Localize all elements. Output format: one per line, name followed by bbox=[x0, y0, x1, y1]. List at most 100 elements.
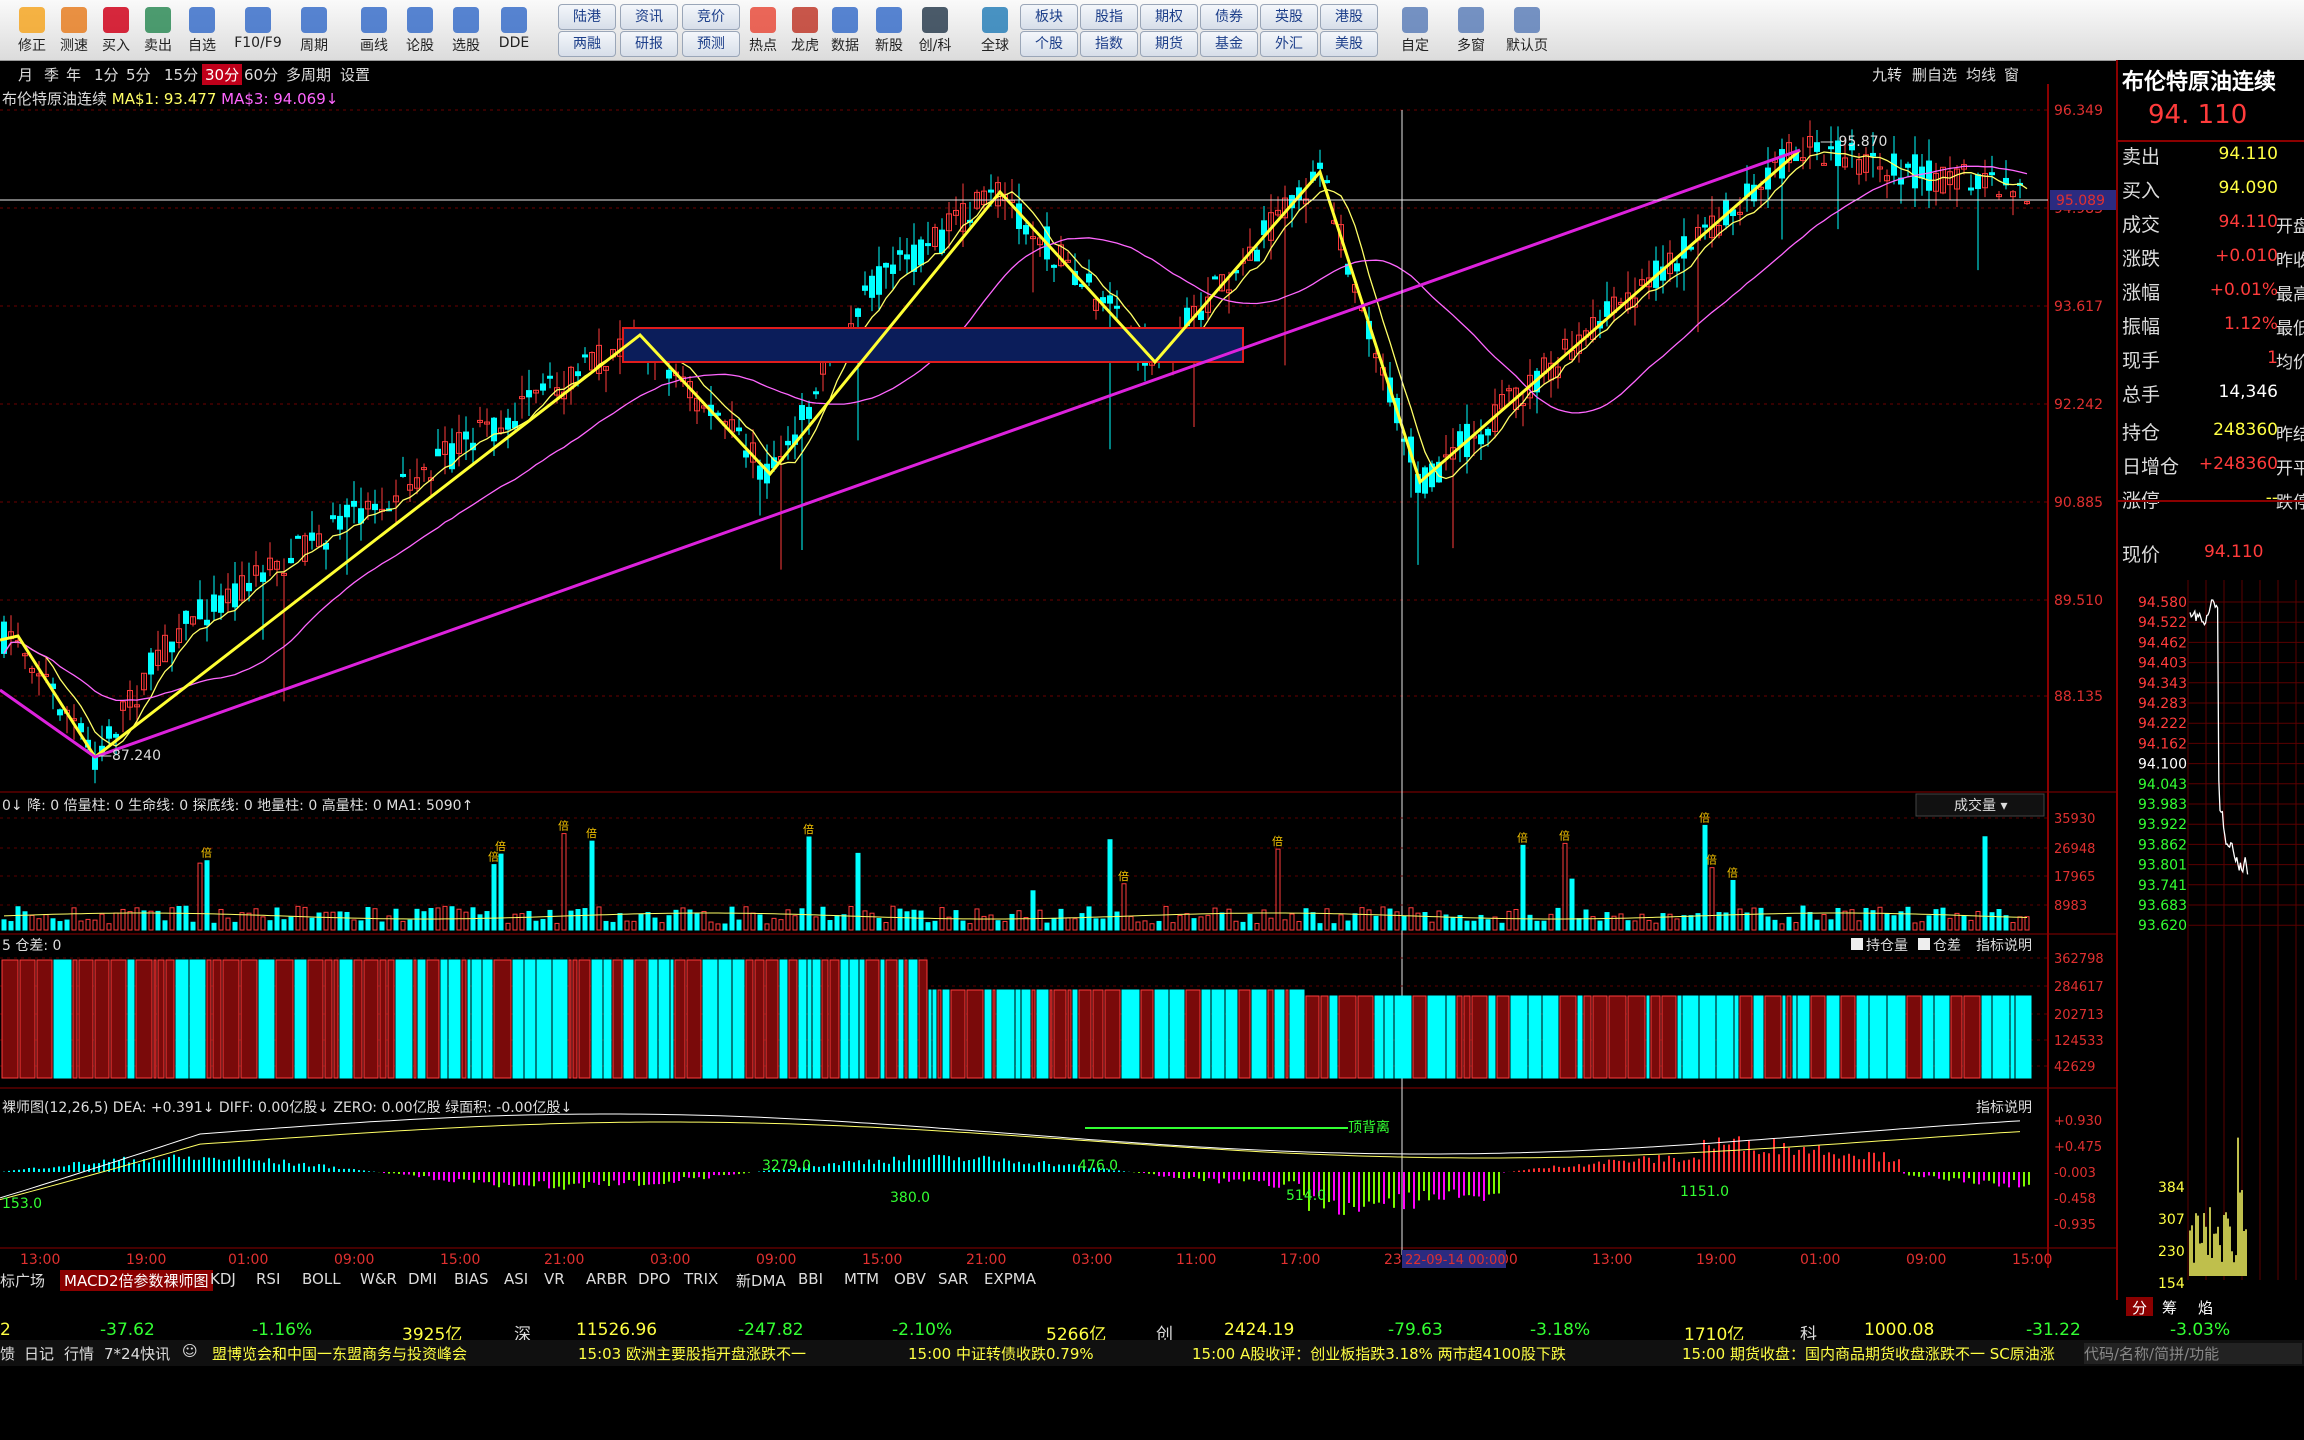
indicator-tab-17[interactable]: SAR bbox=[938, 1270, 968, 1288]
volume-bar bbox=[1835, 907, 1841, 931]
indicator-tab-0[interactable]: 标广场 bbox=[0, 1270, 45, 1291]
news-item[interactable]: 15:00 中证转债收跌0.79% bbox=[908, 1343, 1094, 1364]
toolbar-button2-0[interactable]: 热点 bbox=[740, 3, 786, 57]
period-8[interactable]: 多周期 bbox=[286, 64, 331, 85]
toolbar-button2-2[interactable]: 数据 bbox=[822, 3, 868, 57]
search-input[interactable]: 代码/名称/简拼/功能 bbox=[2084, 1343, 2302, 1364]
volume-bar bbox=[78, 920, 84, 931]
indicator-tab-15[interactable]: MTM bbox=[844, 1270, 879, 1288]
indicator-tab-5[interactable]: W&R bbox=[360, 1270, 397, 1288]
diff-checkbox[interactable] bbox=[1918, 938, 1930, 950]
toolbar-button3-1[interactable]: 多窗 bbox=[1446, 3, 1496, 57]
toolbar-button-8[interactable]: 论股 bbox=[398, 3, 442, 57]
toolbar-button-1[interactable]: 测速 bbox=[52, 3, 96, 57]
period-9[interactable]: 设置 bbox=[340, 64, 370, 85]
toolbar-button-7[interactable]: 画线 bbox=[352, 3, 396, 57]
market-pill[interactable]: 外汇 bbox=[1260, 31, 1318, 57]
quote-tab-2[interactable]: 焰 bbox=[2198, 1297, 2213, 1318]
period-5[interactable]: 15分 bbox=[164, 64, 198, 85]
market-pill[interactable]: 板块 bbox=[1020, 4, 1078, 30]
period-0[interactable]: 月 bbox=[18, 64, 33, 85]
toolbar-button3-2[interactable]: 默认页 bbox=[1502, 3, 1552, 57]
quote-tab-1[interactable]: 筹 bbox=[2162, 1297, 2177, 1318]
news-link[interactable]: 7*24快讯 bbox=[104, 1343, 170, 1364]
toolbar-button-5[interactable]: F10/F9 bbox=[230, 3, 286, 57]
toolbar-button-3[interactable]: 卖出 bbox=[136, 3, 180, 57]
toolbar-button2-5[interactable]: 全球 bbox=[972, 3, 1018, 57]
period-7[interactable]: 60分 bbox=[244, 64, 278, 85]
toolbar-pill[interactable]: 陆港 bbox=[558, 4, 616, 30]
volume-bar bbox=[414, 908, 420, 931]
market-pill[interactable]: 美股 bbox=[1320, 31, 1378, 57]
indicator-tab-14[interactable]: BBI bbox=[798, 1270, 823, 1288]
toolbar-button-10[interactable]: DDE bbox=[492, 3, 536, 57]
top-link-0[interactable]: 九转 bbox=[1872, 64, 1902, 85]
period-3[interactable]: 1分 bbox=[94, 64, 119, 85]
top-link-2[interactable]: 均线 bbox=[1966, 64, 1996, 85]
indicator-tab-4[interactable]: BOLL bbox=[302, 1270, 341, 1288]
market-pill[interactable]: 债券 bbox=[1200, 4, 1258, 30]
market-pill[interactable]: 英股 bbox=[1260, 4, 1318, 30]
market-pill[interactable]: 指数 bbox=[1080, 31, 1138, 57]
toolbar-button-0[interactable]: 修正 bbox=[10, 3, 54, 57]
toolbar-pill[interactable]: 两融 bbox=[558, 31, 616, 57]
period-6[interactable]: 30分 bbox=[202, 64, 243, 85]
market-pill[interactable]: 港股 bbox=[1320, 4, 1378, 30]
indicator-tab-6[interactable]: DMI bbox=[408, 1270, 437, 1288]
toolbar-pill[interactable]: 资讯 bbox=[620, 4, 678, 30]
indicator-tab-1[interactable]: MACD2倍参数裸师图 bbox=[60, 1270, 213, 1291]
market-pill[interactable]: 个股 bbox=[1020, 31, 1078, 57]
volume-bar bbox=[554, 922, 560, 931]
toolbar-button-2[interactable]: 买入 bbox=[94, 3, 138, 57]
candle-body bbox=[330, 515, 336, 520]
indicator-tab-11[interactable]: DPO bbox=[638, 1270, 670, 1288]
top-link-1[interactable]: 删自选 bbox=[1912, 64, 1957, 85]
volume-bar bbox=[771, 917, 777, 931]
toolbar-button-4[interactable]: 自选 bbox=[180, 3, 224, 57]
market-pill[interactable]: 股指 bbox=[1080, 4, 1138, 30]
toolbar-button2-4[interactable]: 创/科 bbox=[912, 3, 958, 57]
toolbar-button2-3[interactable]: 新股 bbox=[866, 3, 912, 57]
market-pill[interactable]: 期货 bbox=[1140, 31, 1198, 57]
indicator-tab-3[interactable]: RSI bbox=[256, 1270, 280, 1288]
period-1[interactable]: 季 bbox=[44, 64, 59, 85]
macd-explain-button[interactable]: 指标说明 bbox=[1976, 1100, 2032, 1116]
volume-bar bbox=[1282, 919, 1288, 931]
period-2[interactable]: 年 bbox=[66, 64, 81, 85]
volume-bar bbox=[358, 920, 364, 931]
news-item[interactable]: 盟博览会和中国一东盟商务与投资峰会 bbox=[212, 1343, 467, 1364]
toolbar-button-6[interactable]: 周期 bbox=[292, 3, 336, 57]
market-pill[interactable]: 基金 bbox=[1200, 31, 1258, 57]
indicator-tab-8[interactable]: ASI bbox=[504, 1270, 528, 1288]
oi-checkbox[interactable] bbox=[1851, 938, 1863, 950]
news-link[interactable]: 馈 bbox=[0, 1343, 15, 1364]
quote-tab-0[interactable]: 分 bbox=[2126, 1297, 2154, 1318]
news-item[interactable]: 15:03 欧洲主要股指开盘涨跌不一 bbox=[578, 1343, 806, 1364]
indicator-tab-13[interactable]: 新DMA bbox=[736, 1270, 786, 1291]
toolbar-button-9[interactable]: 选股 bbox=[444, 3, 488, 57]
indicator-tab-16[interactable]: OBV bbox=[894, 1270, 926, 1288]
volume-bar bbox=[1079, 913, 1085, 931]
indicator-tab-9[interactable]: VR bbox=[544, 1270, 565, 1288]
market-pill[interactable]: 期权 bbox=[1140, 4, 1198, 30]
volume-bar bbox=[547, 909, 553, 931]
news-link[interactable]: 日记 bbox=[24, 1343, 54, 1364]
oi-explain-button[interactable]: 指标说明 bbox=[1976, 938, 2032, 954]
time-tick: 01:00 bbox=[228, 1252, 268, 1268]
toolbar-pill[interactable]: 研报 bbox=[620, 31, 678, 57]
chart-area[interactable]: 96.34994.98393.61792.24290.88589.51088.1… bbox=[0, 84, 2116, 1268]
news-link[interactable]: 行情 bbox=[64, 1343, 94, 1364]
indicator-tab-7[interactable]: BIAS bbox=[454, 1270, 489, 1288]
toolbar-pill[interactable]: 竞价 bbox=[682, 4, 740, 30]
top-link-3[interactable]: 窗 bbox=[2004, 64, 2019, 85]
indicator-tab-12[interactable]: TRIX bbox=[684, 1270, 718, 1288]
toolbar-pill[interactable]: 预测 bbox=[682, 31, 740, 57]
period-4[interactable]: 5分 bbox=[126, 64, 151, 85]
news-item[interactable]: 15:00 期货收盘：国内商品期货收盘涨跌不一 SC原油涨 bbox=[1682, 1343, 2055, 1364]
mini-tick: 94.162 bbox=[2138, 736, 2187, 752]
indicator-tab-10[interactable]: ARBR bbox=[586, 1270, 627, 1288]
toolbar-button3-0[interactable]: 自定 bbox=[1390, 3, 1440, 57]
indicator-tab-2[interactable]: KDJ bbox=[210, 1270, 236, 1288]
indicator-tab-18[interactable]: EXPMA bbox=[984, 1270, 1036, 1288]
news-item[interactable]: 15:00 A股收评：创业板指跌3.18% 两市超4100股下跌 bbox=[1192, 1343, 1566, 1364]
